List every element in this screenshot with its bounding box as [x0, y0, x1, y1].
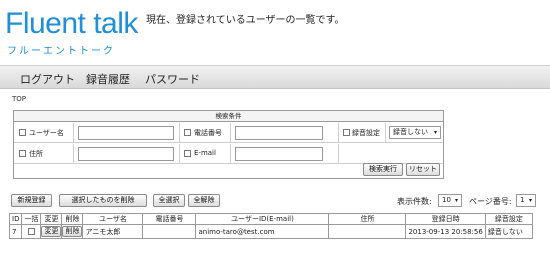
- page-description: 現在、登録されているユーザーの一覧です。: [146, 15, 345, 26]
- logo-main-text: Fluent talk: [5, 7, 138, 40]
- row-address: [328, 224, 407, 239]
- per-page-select[interactable]: 10 ▾: [438, 194, 462, 207]
- table-row: 7 変更 削除 アニモ太郎 animo-taro@test.com 2013-0…: [8, 224, 533, 239]
- email-checkbox[interactable]: [184, 150, 191, 157]
- deselect-all-button[interactable]: 全解除: [188, 194, 220, 207]
- per-page-label: 表示件数:: [397, 197, 432, 206]
- nav-password-link[interactable]: パスワード: [145, 71, 200, 87]
- col-header-recording: 録音設定: [484, 213, 533, 225]
- col-header-phone: 電話番号: [142, 213, 197, 225]
- search-execute-button[interactable]: 検索実行: [363, 163, 403, 176]
- delete-selected-button[interactable]: 選択したものを削除: [59, 194, 147, 207]
- user-table: ID 一括 変更 削除 ユーザ名 電話番号 ユーザーID(E-mail) 住所 …: [8, 213, 533, 239]
- row-edit-button[interactable]: 変更: [41, 226, 61, 237]
- recording-select-value: 録音しない: [393, 128, 428, 136]
- logo-sub-text: フルーエントトーク: [7, 46, 115, 57]
- page-number-label: ページ番号:: [469, 197, 512, 206]
- username-label: ユーザー名: [29, 129, 64, 137]
- col-header-address: 住所: [328, 213, 407, 225]
- phone-input[interactable]: [235, 126, 323, 140]
- nav-bar: ログアウト 録音履歴 パスワード: [0, 65, 550, 89]
- select-all-button[interactable]: 全選択: [153, 194, 185, 207]
- col-header-registered: 登録日時: [405, 213, 486, 225]
- page-number-select[interactable]: 1 ▾: [516, 194, 536, 207]
- table-header-row: ID 一括 変更 削除 ユーザ名 電話番号 ユーザーID(E-mail) 住所 …: [8, 213, 533, 225]
- col-header-userid: ユーザーID(E-mail): [195, 213, 330, 225]
- address-checkbox[interactable]: [19, 150, 26, 157]
- row-recording: 録音しない: [484, 224, 533, 239]
- recording-label: 録音設定: [352, 129, 380, 137]
- col-header-delete: 削除: [61, 213, 84, 225]
- logo: Fluent talk フルーエントトーク: [2, 6, 138, 60]
- search-panel-title: 検索条件: [14, 111, 443, 122]
- row-userid: animo-taro@test.com: [195, 224, 330, 239]
- row-registered: 2013-09-13 20:58:56: [405, 224, 486, 239]
- row-id: 7: [8, 224, 23, 239]
- address-input[interactable]: [78, 147, 174, 161]
- per-page-value: 10: [442, 196, 451, 204]
- search-panel: 検索条件 ユーザー名 電話番号 録音設定 録音しない ▾ 住所 E-mail 検…: [13, 110, 444, 179]
- col-header-username: ユーザ名: [82, 213, 144, 225]
- search-row-1: ユーザー名 電話番号 録音設定 録音しない ▾: [14, 123, 443, 143]
- search-row-2: 住所 E-mail: [14, 144, 443, 164]
- col-header-id: ID: [8, 213, 23, 225]
- nav-logout-link[interactable]: ログアウト: [20, 71, 75, 87]
- row-phone: [142, 224, 197, 239]
- phone-checkbox[interactable]: [184, 129, 191, 136]
- row-delete-button[interactable]: 削除: [62, 226, 82, 237]
- nav-recording-history-link[interactable]: 録音履歴: [86, 71, 130, 87]
- chevron-down-icon: ▾: [454, 197, 458, 204]
- email-input[interactable]: [235, 147, 323, 161]
- chevron-down-icon: ▾: [528, 197, 532, 204]
- username-input[interactable]: [78, 126, 174, 140]
- row-select-checkbox[interactable]: [27, 228, 35, 235]
- email-label: E-mail: [194, 149, 216, 157]
- col-header-edit: 変更: [40, 213, 63, 225]
- reset-button[interactable]: リセット: [406, 163, 440, 176]
- col-header-bulk: 一括: [21, 213, 42, 225]
- page-number-value: 1: [520, 196, 525, 204]
- chevron-down-icon: ▾: [433, 129, 437, 136]
- address-label: 住所: [29, 150, 43, 158]
- recording-select[interactable]: 録音しない ▾: [389, 126, 441, 139]
- breadcrumb[interactable]: TOP: [12, 95, 26, 103]
- row-username: アニモ太郎: [82, 224, 144, 239]
- recording-checkbox[interactable]: [343, 129, 350, 136]
- phone-label: 電話番号: [194, 129, 222, 137]
- new-registration-button[interactable]: 新規登録: [11, 194, 52, 207]
- username-checkbox[interactable]: [19, 129, 26, 136]
